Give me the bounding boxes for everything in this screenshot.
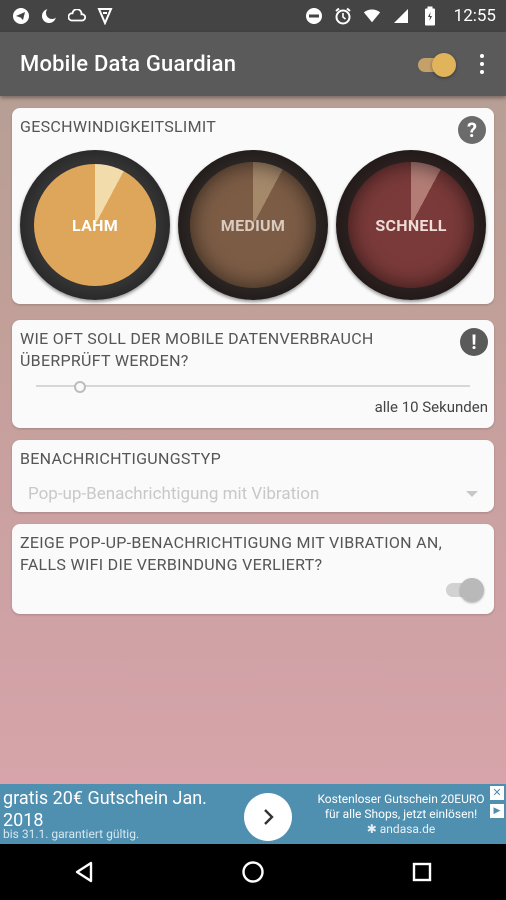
slider-track (36, 385, 470, 387)
ad-right-line2: für alle Shops, jetzt einlösen! (324, 807, 478, 821)
interval-value: alle 10 Sekunden (374, 398, 488, 416)
speed-limit-card: GESCHWINDIGKEITSLIMIT ? LAHM MEDIUM SCHN… (12, 108, 494, 304)
check-interval-title: WIE OFT SOLL DER MOBILE DATENVERBRAUCH Ü… (20, 329, 374, 370)
ad-close-icon[interactable]: ✕ (490, 786, 504, 800)
ad-domain-text: andasa.de (379, 822, 436, 836)
ad-headline: gratis 20€ Gutschein Jan. 2018 (3, 788, 207, 831)
dropdown-caret-icon (466, 491, 478, 497)
notification-type-title: BENACHRICHTIGUNGSTYP (20, 449, 221, 468)
check-interval-card: WIE OFT SOLL DER MOBILE DATENVERBRAUCH Ü… (12, 320, 494, 428)
recents-icon (412, 862, 431, 882)
back-icon (76, 861, 93, 883)
toggle-thumb (432, 53, 456, 77)
ad-domain-icon: ✱ (366, 822, 380, 836)
status-bar: 12:55 (0, 0, 506, 32)
master-toggle[interactable] (416, 53, 456, 77)
vpn-icon (96, 7, 114, 25)
cloud-icon (68, 7, 86, 25)
speed-limit-title: GESCHWINDIGKEITSLIMIT (20, 117, 217, 136)
ad-domain: ✱ andasa.de (298, 822, 504, 837)
speed-dial-medium[interactable]: MEDIUM (178, 150, 328, 300)
toggle-thumb (460, 578, 484, 602)
telegram-icon (12, 7, 30, 25)
ad-subtext: bis 31.1. garantiert gültig. (3, 827, 140, 841)
speed-dial-lahm[interactable]: LAHM (20, 150, 170, 300)
overflow-menu-icon[interactable] (470, 52, 494, 76)
interval-slider[interactable] (36, 380, 470, 393)
back-button[interactable] (60, 848, 108, 896)
home-icon (242, 861, 264, 883)
home-button[interactable] (229, 848, 277, 896)
navigation-bar (0, 844, 506, 900)
dnd-icon (305, 7, 323, 25)
screen: 12:55 Mobile Data Guardian GESCHWINDIGKE… (0, 0, 506, 900)
speed-dial-label: MEDIUM (220, 216, 286, 235)
wifi-popup-toggle[interactable] (444, 578, 484, 602)
chevron-right-icon (264, 809, 274, 825)
wifi-icon (363, 7, 381, 25)
warning-icon[interactable]: ! (460, 328, 488, 356)
help-icon[interactable]: ? (458, 116, 486, 144)
notification-type-card: BENACHRICHTIGUNGSTYP Pop-up-Benachrichti… (12, 440, 494, 512)
ad-right-text: Kostenloser Gutschein 20EURO für alle Sh… (298, 792, 504, 837)
status-time: 12:55 (453, 6, 496, 26)
ad-choices-icon[interactable]: ▶ (490, 804, 504, 818)
wifi-popup-title: ZEIGE POP-UP-BENACHRICHTIGUNG MIT VIBRAT… (20, 533, 443, 574)
speed-dial-label: SCHNELL (375, 216, 447, 235)
app-bar: Mobile Data Guardian (0, 32, 506, 96)
slider-knob[interactable] (74, 381, 86, 393)
ad-arrow-button[interactable] (244, 793, 292, 841)
recents-button[interactable] (398, 848, 446, 896)
dropdown-value: Pop-up-Benachrichtigung mit Vibration (28, 484, 320, 504)
moon-icon (40, 7, 58, 25)
content-area: GESCHWINDIGKEITSLIMIT ? LAHM MEDIUM SCHN… (0, 96, 506, 784)
wifi-popup-card: ZEIGE POP-UP-BENACHRICHTIGUNG MIT VIBRAT… (12, 524, 494, 614)
speed-dial-label: LAHM (71, 216, 119, 235)
ad-right-line1: Kostenloser Gutschein 20EURO (317, 792, 485, 806)
notification-type-dropdown[interactable]: Pop-up-Benachrichtigung mit Vibration (28, 480, 478, 508)
app-title: Mobile Data Guardian (20, 51, 237, 77)
battery-icon (421, 6, 439, 26)
speed-dial-schnell[interactable]: SCHNELL (336, 150, 486, 300)
alarm-icon (334, 7, 352, 25)
ad-banner[interactable]: gratis 20€ Gutschein Jan. 2018 bis 31.1.… (0, 784, 506, 844)
signal-icon (392, 7, 410, 25)
